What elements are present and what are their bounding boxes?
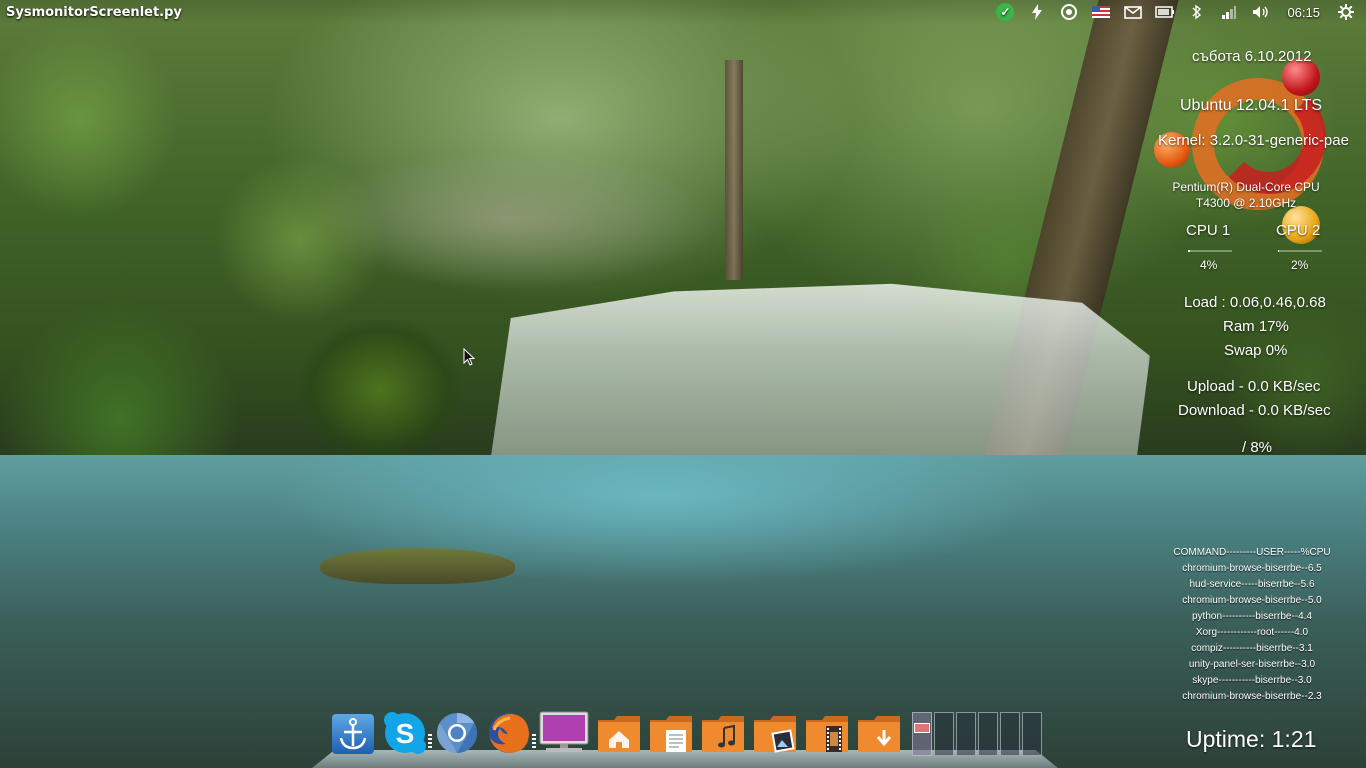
process-row: chromium-browse-biserrbe--5.0 — [1182, 595, 1322, 606]
indicator-area: ✓ 06:15 — [989, 0, 1366, 24]
download-rate: Download - 0.0 KB/sec — [1178, 402, 1331, 419]
workspace-5[interactable] — [1000, 712, 1020, 756]
speaker-icon — [1253, 6, 1269, 18]
power-indicator[interactable] — [1021, 0, 1053, 24]
dock-firefox[interactable] — [486, 710, 532, 756]
wallpaper-log — [320, 548, 515, 584]
disk-usage: / 8% — [1242, 439, 1273, 456]
process-row: compiz----------biserrbe--3.1 — [1191, 643, 1313, 654]
dock-documents-folder[interactable] — [648, 710, 694, 756]
wallpaper-tree-trunk — [725, 60, 743, 280]
process-table-header: COMMAND---------USER-----%CPU — [1173, 547, 1331, 558]
svg-text:S: S — [396, 718, 415, 749]
dock-videos-folder[interactable] — [804, 710, 850, 756]
process-row: python----------biserrbe--4.4 — [1191, 611, 1312, 622]
dock-skype[interactable]: S — [382, 710, 428, 756]
window-thumbnail — [914, 723, 930, 733]
keyboard-layout-indicator[interactable] — [1085, 0, 1117, 24]
workspace-switcher[interactable] — [912, 712, 1042, 756]
running-indicator — [428, 734, 432, 748]
cpu1-label: CPU 1 — [1186, 222, 1231, 239]
monitor-icon — [539, 711, 589, 752]
anchor-icon — [332, 714, 374, 754]
messaging-indicator[interactable] — [1117, 0, 1149, 24]
cpu1-usage-bar — [1188, 250, 1232, 252]
process-row: Xorg------------root------4.0 — [1195, 627, 1309, 638]
session-menu[interactable] — [1330, 0, 1362, 24]
chromium-icon — [437, 713, 477, 753]
signal-bars-icon — [1222, 6, 1237, 19]
process-row: chromium-browse-biserrbe--2.3 — [1182, 691, 1322, 702]
pictures-folder-icon — [754, 716, 796, 753]
dock-chromium[interactable] — [428, 710, 480, 756]
process-table: COMMAND---------USER-----%CPU chromium-b… — [1150, 545, 1354, 705]
process-row: skype-----------biserrbe--3.0 — [1192, 675, 1312, 686]
firefox-icon — [489, 713, 529, 753]
sound-indicator[interactable] — [1245, 0, 1277, 24]
wallpaper-rock-face — [300, 150, 720, 290]
wallpaper-waterfall — [490, 283, 1150, 470]
ring-icon — [1061, 4, 1078, 20]
workspace-3[interactable] — [956, 712, 976, 756]
top-panel: SysmonitorScreenlet.py ✓ 06:15 — [0, 0, 1366, 24]
downloads-folder-icon — [858, 716, 900, 752]
cpu-model-line1: Pentium(R) Dual-Core CPU — [1172, 180, 1320, 194]
dock-music-folder[interactable] — [700, 710, 746, 756]
swap-usage: Swap 0% — [1224, 342, 1288, 359]
ram-usage: Ram 17% — [1223, 318, 1289, 335]
dock-downloads-folder[interactable] — [856, 710, 902, 756]
active-app-title[interactable]: SysmonitorScreenlet.py — [0, 5, 182, 20]
wallpaper-mossy-rock — [300, 320, 460, 460]
videos-folder-icon — [806, 716, 848, 752]
cpu2-label: CPU 2 — [1276, 222, 1321, 239]
os-version-text: Ubuntu 12.04.1 LTS — [1180, 97, 1323, 114]
date-text: събота 6.10.2012 — [1192, 48, 1312, 65]
cpu2-usage-bar — [1278, 250, 1322, 252]
running-indicator — [532, 734, 536, 748]
process-row: chromium-browse-biserrbe--6.5 — [1182, 563, 1322, 574]
cpu-model-line2: T4300 @ 2.10GHz — [1195, 196, 1297, 210]
us-flag-icon — [1092, 6, 1111, 18]
dock: S — [330, 706, 1042, 756]
skype-icon: S — [384, 712, 426, 754]
dock-pictures-folder[interactable] — [752, 710, 798, 756]
envelope-icon — [1124, 5, 1143, 19]
battery-icon — [1155, 6, 1175, 18]
checkmark-icon: ✓ — [996, 3, 1015, 21]
cpu2-usage-fill — [1278, 250, 1279, 252]
process-row: unity-panel-ser-biserrbe--3.0 — [1188, 659, 1316, 670]
gear-icon — [1338, 4, 1354, 20]
workspace-4[interactable] — [978, 712, 998, 756]
signal-indicator[interactable] — [1213, 0, 1245, 24]
music-folder-icon — [702, 716, 744, 752]
dock-home-folder[interactable] — [596, 710, 642, 756]
cpu1-percent: 4% — [1200, 258, 1218, 272]
update-indicator[interactable]: ✓ — [989, 0, 1021, 24]
bluetooth-indicator[interactable] — [1181, 0, 1213, 24]
dock-display-settings[interactable] — [532, 710, 590, 756]
workspace-1[interactable] — [912, 712, 932, 756]
cpu2-percent: 2% — [1291, 258, 1309, 272]
process-row: hud-service-----biserrbe--5.6 — [1189, 579, 1315, 590]
battery-indicator[interactable] — [1149, 0, 1181, 24]
clock[interactable]: 06:15 — [1277, 5, 1330, 20]
upload-rate: Upload - 0.0 KB/sec — [1187, 378, 1321, 395]
workspace-2[interactable] — [934, 712, 954, 756]
bluetooth-icon — [1192, 4, 1202, 20]
dock-anchor-launcher[interactable] — [330, 710, 376, 756]
kernel-text: Kernel: 3.2.0-31-generic-pae — [1158, 132, 1349, 149]
mouse-pointer-icon — [463, 348, 475, 366]
documents-folder-icon — [650, 716, 692, 752]
network-indicator[interactable] — [1053, 0, 1085, 24]
lightning-icon — [1032, 4, 1043, 20]
workspace-6[interactable] — [1022, 712, 1042, 756]
cpu1-usage-fill — [1188, 250, 1190, 252]
uptime-text: Uptime: 1:21 — [1186, 726, 1317, 752]
load-average: Load : 0.06,0.46,0.68 — [1184, 294, 1326, 311]
home-folder-icon — [598, 716, 640, 752]
